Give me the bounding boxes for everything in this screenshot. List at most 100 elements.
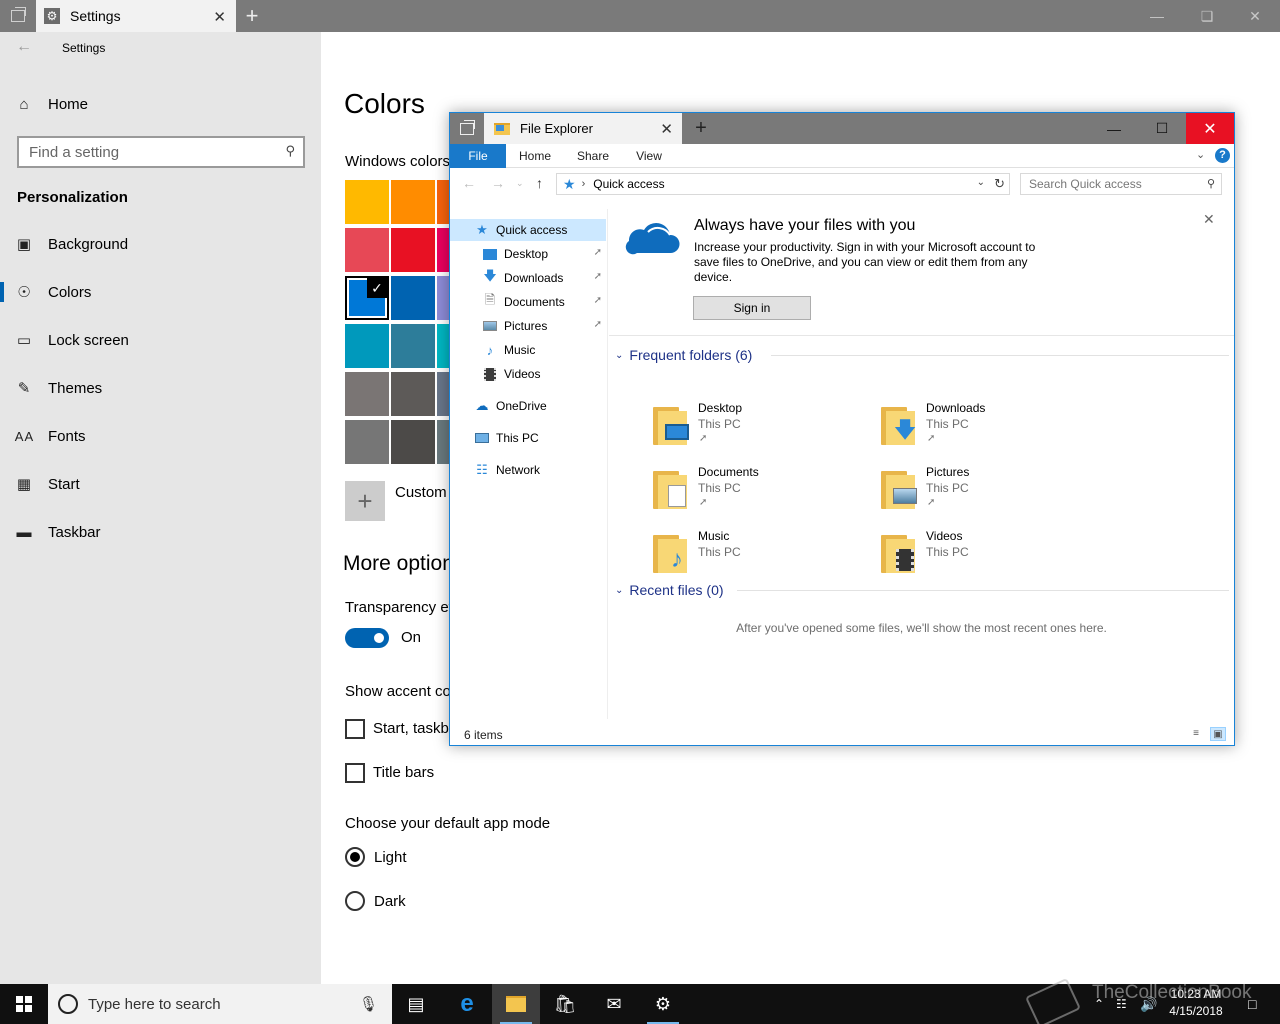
tree-item-this-pc[interactable]: This PC: [450, 427, 606, 449]
transparency-toggle[interactable]: [345, 628, 389, 648]
close-tab-icon[interactable]: ✕: [660, 120, 673, 138]
tree-item-desktop[interactable]: Desktop ➚: [450, 243, 606, 265]
color-swatch[interactable]: [345, 372, 389, 416]
item-count: 6 items: [464, 728, 503, 742]
color-swatch[interactable]: [391, 372, 435, 416]
microphone-icon[interactable]: 🎙: [359, 995, 378, 1013]
tree-item-videos[interactable]: Videos: [450, 363, 606, 385]
nav-lock-screen[interactable]: ▭ Lock screen: [0, 320, 321, 360]
ribbon-tab-home[interactable]: Home: [512, 144, 558, 168]
store-icon[interactable]: 🛍: [541, 984, 589, 1024]
start-button[interactable]: [0, 984, 48, 1024]
maximize-button[interactable]: ☐: [1138, 113, 1186, 144]
frequent-folders-header[interactable]: ⌄ Frequent folders (6): [615, 345, 752, 365]
color-swatch[interactable]: [345, 180, 389, 224]
minimize-button[interactable]: —: [1134, 0, 1180, 32]
up-arrow-icon[interactable]: ↑: [536, 175, 543, 191]
restore-button[interactable]: ❏: [1184, 0, 1230, 32]
folder-tile[interactable]: Desktop This PC ➚: [651, 401, 851, 457]
close-icon[interactable]: ✕: [1203, 211, 1215, 228]
cortana-icon: [58, 994, 78, 1014]
nav-themes[interactable]: ✎ Themes: [0, 368, 321, 408]
new-tab-button[interactable]: +: [240, 4, 264, 28]
color-swatch[interactable]: [391, 228, 435, 272]
color-swatch[interactable]: [391, 420, 435, 464]
title-bars-checkbox[interactable]: [345, 763, 365, 783]
explorer-search-input[interactable]: [1029, 177, 1199, 191]
tree-item-quick-access[interactable]: ★ Quick access: [450, 219, 606, 241]
tree-item-onedrive[interactable]: ☁ OneDrive: [450, 395, 606, 417]
close-window-button[interactable]: ✕: [1186, 113, 1234, 144]
color-swatch[interactable]: [345, 420, 389, 464]
recent-locations-icon[interactable]: ⌄: [516, 178, 524, 189]
onedrive-cloud-icon: [625, 222, 680, 255]
back-arrow-icon[interactable]: ←: [462, 175, 476, 191]
tab-overview-button[interactable]: [0, 0, 36, 32]
custom-color-label: Custom: [395, 484, 447, 501]
ribbon-tab-share[interactable]: Share: [570, 144, 616, 168]
close-tab-icon[interactable]: ✕: [213, 8, 226, 26]
nav-taskbar[interactable]: ▬ Taskbar: [0, 512, 321, 552]
close-window-button[interactable]: ✕: [1232, 0, 1278, 32]
nav-start[interactable]: ▦ Start: [0, 464, 321, 504]
color-swatch[interactable]: [391, 324, 435, 368]
section-heading: Personalization: [17, 189, 128, 206]
refresh-icon[interactable]: ↻: [994, 176, 1005, 192]
minimize-button[interactable]: —: [1090, 113, 1138, 144]
start-taskbar-checkbox[interactable]: [345, 719, 365, 739]
ribbon-tab-view[interactable]: View: [626, 144, 672, 168]
help-icon[interactable]: ?: [1215, 148, 1230, 163]
find-setting-box[interactable]: ⚲: [17, 136, 305, 168]
ribbon-tab-file[interactable]: File: [450, 144, 506, 168]
folder-tile[interactable]: ♪ Music This PC: [651, 529, 851, 585]
settings-taskbar-icon[interactable]: ⚙: [639, 984, 687, 1024]
color-swatch[interactable]: [345, 276, 389, 320]
new-tab-button[interactable]: +: [690, 116, 712, 140]
forward-arrow-icon[interactable]: →: [491, 175, 505, 191]
nav-background[interactable]: ▣ Background: [0, 224, 321, 264]
nav-fonts[interactable]: A A Fonts: [0, 416, 321, 456]
file-explorer-taskbar-icon[interactable]: [492, 984, 540, 1024]
sign-in-button[interactable]: Sign in: [693, 296, 811, 320]
taskbar-icon: ▬: [16, 523, 32, 541]
expand-ribbon-icon[interactable]: ⌄: [1196, 148, 1205, 161]
folder-icon: [651, 405, 691, 445]
edge-icon[interactable]: e: [443, 984, 491, 1024]
folder-tile[interactable]: Documents This PC ➚: [651, 465, 851, 521]
light-mode-radio[interactable]: [345, 847, 365, 867]
custom-color-button[interactable]: +: [345, 481, 385, 521]
color-swatch[interactable]: [345, 324, 389, 368]
tree-item-downloads[interactable]: 🡇 Downloads ➚: [450, 267, 606, 289]
folder-tile[interactable]: Pictures This PC ➚: [879, 465, 1079, 521]
color-swatch[interactable]: [391, 276, 435, 320]
nav-label: Themes: [48, 379, 103, 397]
folder-tile[interactable]: 🡇 Downloads This PC ➚: [879, 401, 1079, 457]
tree-label: Music: [504, 343, 536, 357]
folder-tile[interactable]: Videos This PC: [879, 529, 1079, 585]
color-swatch[interactable]: [391, 180, 435, 224]
nav-colors[interactable]: ☉ Colors: [0, 272, 321, 312]
tree-item-music[interactable]: ♪ Music: [450, 339, 606, 361]
explorer-tab[interactable]: File Explorer ✕: [484, 113, 682, 144]
tree-item-network[interactable]: ☷ Network: [450, 459, 606, 481]
chevron-down-icon[interactable]: ⌄: [977, 177, 985, 188]
nav-home[interactable]: ⌂ Home: [0, 84, 321, 124]
taskbar-search-box[interactable]: 🎙: [48, 984, 392, 1024]
large-icons-view-icon[interactable]: ▣: [1210, 727, 1226, 741]
taskbar-search-input[interactable]: [88, 995, 348, 1013]
dark-mode-radio[interactable]: [345, 891, 365, 911]
explorer-search-box[interactable]: ⚲: [1020, 173, 1222, 195]
details-view-icon[interactable]: ≡: [1188, 727, 1204, 741]
mail-icon[interactable]: ✉: [590, 984, 638, 1024]
back-arrow-icon[interactable]: ←: [16, 38, 32, 56]
find-setting-input[interactable]: [29, 143, 269, 161]
settings-tab[interactable]: ⚙ Settings ✕: [36, 0, 236, 32]
color-swatch[interactable]: [345, 228, 389, 272]
recent-files-header[interactable]: ⌄ Recent files (0): [615, 580, 724, 600]
tree-item-pictures[interactable]: Pictures ➚: [450, 315, 606, 337]
tree-item-documents[interactable]: 🗎 Documents ➚: [450, 291, 606, 313]
tab-overview-icon: [460, 119, 475, 135]
task-view-icon[interactable]: ▤: [392, 984, 440, 1024]
tab-overview-button[interactable]: [450, 113, 484, 144]
address-bar[interactable]: ★ › Quick access ⌄ ↻: [556, 173, 1010, 195]
